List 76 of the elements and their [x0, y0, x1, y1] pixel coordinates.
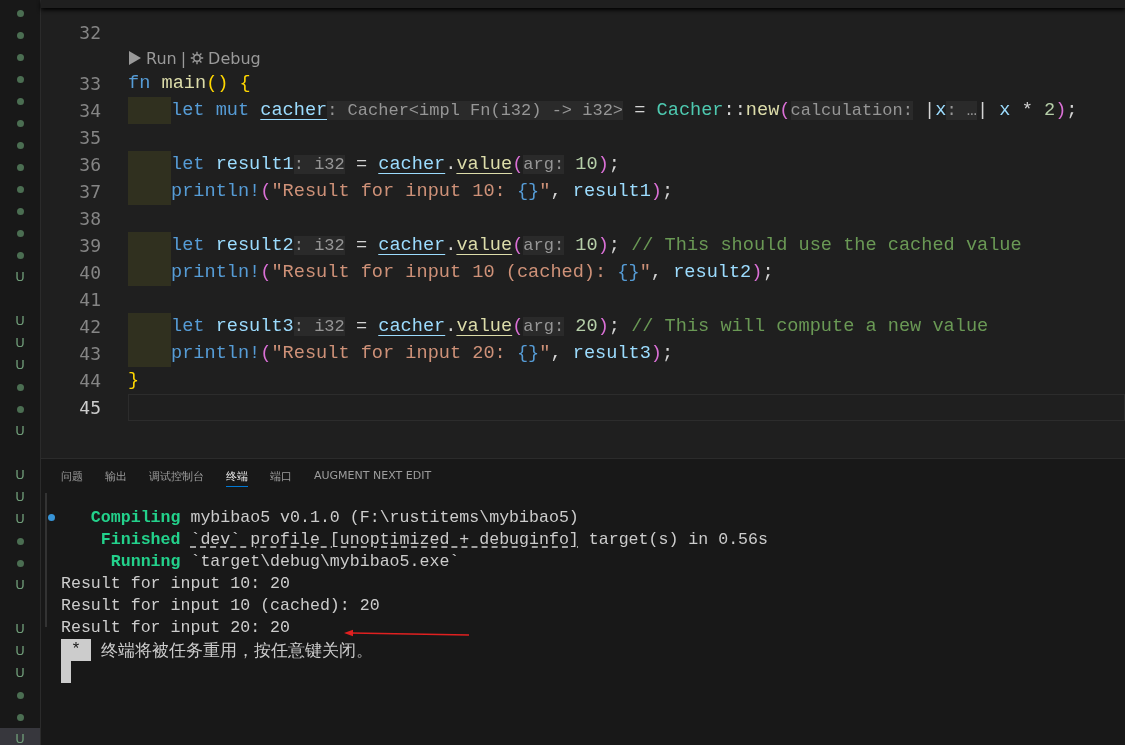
status-dot [16, 119, 24, 127]
status-dot [16, 713, 24, 721]
status-dot [16, 229, 24, 237]
line-number: 38 [78, 208, 102, 229]
line-number: 36 [78, 154, 102, 175]
separator-text: | [180, 48, 187, 68]
status-letter: U [15, 644, 25, 658]
code-line: println!("Result for input 10: {}", result1); [171, 180, 674, 203]
status-dot [16, 405, 24, 413]
panel-tab[interactable]: 问题 [61, 469, 83, 487]
status-letter: U [15, 622, 25, 636]
panel-tab[interactable]: 输出 [105, 469, 127, 487]
code-line: } [128, 369, 140, 392]
terminal-line: Result for input 10: 20 [61, 573, 291, 595]
status-dot [16, 251, 24, 259]
status-letter: U [15, 468, 25, 482]
status-letter: U [15, 666, 25, 680]
line-number: 33 [78, 73, 102, 94]
terminal-line: Running `target\debug\mybibao5.exe` [109, 551, 460, 573]
status-letter: U [15, 512, 25, 526]
terminal-line: Finished `dev` profile [unoptimized + debuginfo] target(s) in 0.56s [99, 529, 768, 551]
line-number: 32 [78, 22, 102, 43]
status-letter: U [15, 490, 25, 504]
line-number: 34 [78, 100, 102, 121]
panel-tab[interactable]: 终端 [226, 469, 248, 487]
status-dot [16, 97, 24, 105]
panel-tab[interactable]: AUGMENT NEXT EDIT [314, 469, 432, 487]
terminal-line: Result for input 10 (cached): 20 [61, 595, 380, 617]
line-number: 43 [78, 343, 102, 364]
code-line: let result1: i32 = cacher.value(arg: 10); [171, 153, 620, 176]
line-number: 40 [78, 262, 102, 283]
status-letter: U [15, 336, 25, 350]
line-number: 37 [78, 181, 102, 202]
status-letter: U [15, 424, 25, 438]
status-dot [16, 31, 24, 39]
line-number: 45 [78, 397, 102, 418]
line-number: 41 [78, 289, 102, 310]
code-line: let result3: i32 = cacher.value(arg: 20); // This will compute a new value [171, 315, 989, 338]
run-link[interactable]: Run [146, 48, 177, 68]
status-dot [16, 537, 24, 545]
line-number: 35 [78, 127, 102, 148]
panel-tab[interactable]: 端口 [270, 469, 292, 487]
status-dot [16, 691, 24, 699]
panel-tab[interactable]: 调试控制台 [149, 469, 204, 487]
code-line: let mut cacher: Cacher<impl Fn(i32) -> i32> = Cacher::new(calculation: |x: …| x * 2); [171, 99, 1078, 122]
status-letter: U [15, 314, 25, 328]
status-letter: U [15, 358, 25, 372]
play-icon [128, 50, 142, 66]
status-dot [16, 75, 24, 83]
status-dot [16, 207, 24, 215]
status-dot [16, 383, 24, 391]
status-dot [16, 141, 24, 149]
line-number: 39 [78, 235, 102, 256]
status-dot [16, 163, 24, 171]
status-letter: U [15, 732, 25, 745]
status-letter: U [15, 578, 25, 592]
terminal-cursor [61, 661, 71, 683]
task-marker: * [61, 639, 91, 661]
code-line: println!("Result for input 20: {}", result3); [171, 342, 674, 365]
line-number: 42 [78, 316, 102, 337]
terminal-message: 终端将被任务重用，按任意键关闭。 [101, 638, 373, 662]
file-status-row[interactable]: U [0, 728, 40, 745]
status-dot [16, 185, 24, 193]
debug-link[interactable]: Debug [208, 48, 261, 68]
code-line: let result2: i32 = cacher.value(arg: 10); // This should use the cached value [171, 234, 1022, 257]
status-letter: U [15, 270, 25, 284]
code-line: println!("Result for input 10 (cached): {}", result2); [171, 261, 774, 284]
gear-icon [190, 51, 205, 65]
line-number: 44 [78, 370, 102, 391]
command-dot [48, 514, 55, 521]
terminal-line: Compiling mybibao5 v0.1.0 (F:\rustitems\mybibao5) [89, 507, 579, 529]
status-dot [16, 9, 24, 17]
status-dot [16, 559, 24, 567]
status-dot [16, 53, 24, 61]
terminal-line: Result for input 20: 20 [61, 617, 291, 639]
code-line: fn main() { [128, 72, 251, 95]
